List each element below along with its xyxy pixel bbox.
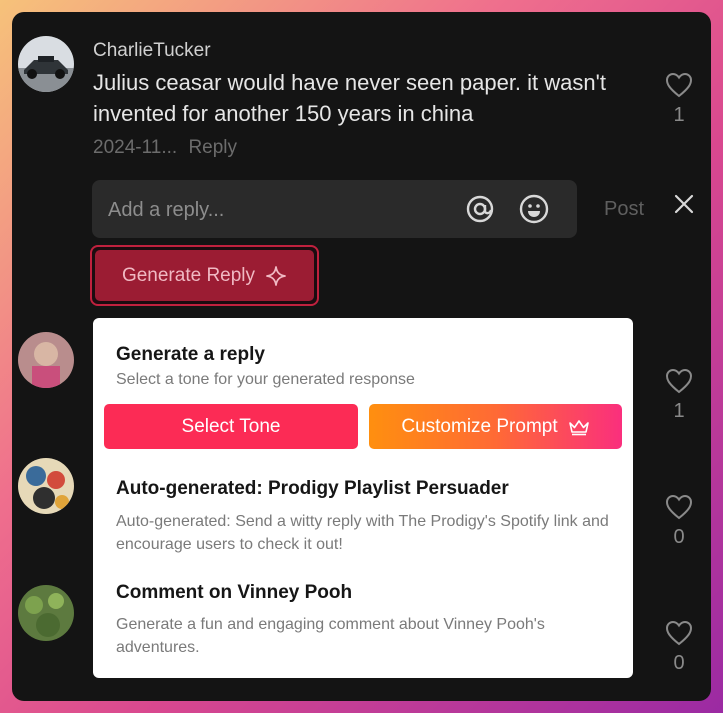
tone-option-description: Generate a fun and engaging comment abou…	[116, 616, 545, 656]
reply-input[interactable]	[106, 180, 450, 240]
like-count: 0	[673, 526, 685, 548]
comment-text: Julius ceasar would have never seen pape…	[93, 70, 606, 126]
generate-reply-label: Generate Reply	[121, 264, 256, 286]
avatar-charlietucker[interactable]	[18, 36, 74, 92]
popup-subtitle: Select a tone for your generated respons…	[116, 371, 415, 388]
avatar-commenter-2[interactable]	[18, 332, 74, 388]
tone-option-title[interactable]: Auto-generated: Prodigy Playlist Persuad…	[116, 478, 509, 500]
avatar-commenter-3[interactable]	[18, 458, 74, 514]
avatar-commenter-4[interactable]	[18, 585, 74, 641]
like-button-comment[interactable]: 1	[659, 72, 699, 127]
generate-reply-popup: Generate a reply Select a tone for your …	[93, 318, 633, 678]
heart-icon	[665, 72, 693, 98]
post-button[interactable]: Post	[604, 198, 644, 221]
like-count: 1	[673, 104, 685, 126]
select-tone-label: Select Tone	[181, 415, 281, 437]
emoji-icon[interactable]	[517, 192, 551, 226]
tone-option-title[interactable]: Comment on Vinney Pooh	[116, 582, 352, 604]
generate-reply-inner: Generate Reply	[95, 250, 314, 301]
mention-icon[interactable]	[463, 192, 497, 226]
comment-date: 2024-11...	[93, 137, 178, 158]
sparkle-icon	[266, 265, 286, 286]
popup-title: Generate a reply	[116, 344, 265, 365]
crown-icon	[568, 419, 589, 435]
customize-prompt-label: Customize Prompt	[401, 415, 558, 437]
like-count: 0	[673, 652, 685, 674]
reply-box	[92, 180, 577, 240]
customize-prompt-button[interactable]: Customize Prompt	[369, 404, 622, 449]
close-icon[interactable]	[672, 192, 696, 216]
like-count: 1	[673, 400, 685, 422]
comment-username[interactable]: CharlieTucker	[93, 40, 211, 62]
heart-icon	[665, 494, 693, 520]
heart-icon	[665, 368, 693, 394]
tone-option-description: Auto-generated: Send a witty reply with …	[116, 513, 609, 553]
reply-link[interactable]: Reply	[188, 137, 237, 158]
select-tone-button[interactable]: Select Tone	[104, 404, 358, 449]
like-button-2[interactable]: 1	[659, 368, 699, 423]
generate-reply-button[interactable]: Generate Reply	[90, 245, 319, 306]
comments-panel: CharlieTucker Julius ceasar would have n…	[12, 12, 711, 701]
heart-icon	[665, 620, 693, 646]
like-button-3[interactable]: 0	[659, 494, 699, 549]
like-button-4[interactable]: 0	[659, 620, 699, 675]
comment-meta: 2024-11... Reply	[93, 137, 243, 159]
